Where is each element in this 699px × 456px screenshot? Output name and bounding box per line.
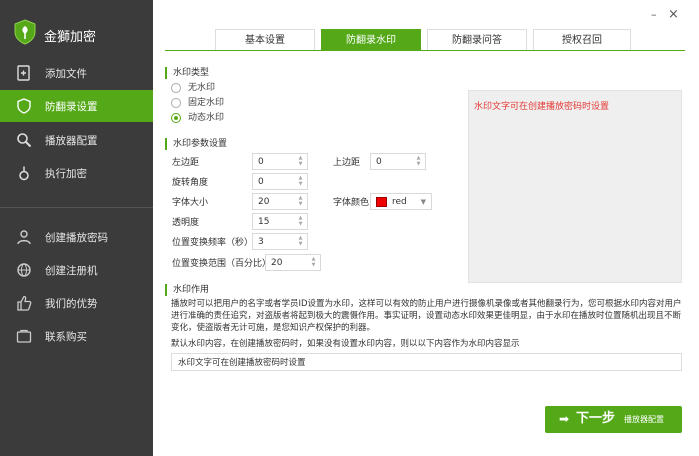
lock-icon — [19, 166, 29, 181]
sidebar-divider — [0, 207, 153, 208]
section-watermark-type: 水印类型 — [165, 67, 209, 79]
opacity-stepper[interactable]: 15 ▲ ▼ — [252, 213, 308, 230]
font-color-select[interactable]: red ▼ — [370, 193, 432, 210]
left-margin-label: 左边距 — [172, 158, 200, 168]
next-step-sublabel: 播放器配置 — [624, 415, 664, 424]
sidebar-item-create-password[interactable]: 创建播放密码 — [0, 221, 153, 253]
app-title: 金獅加密 — [44, 30, 97, 45]
default-watermark-input[interactable] — [171, 353, 682, 371]
next-step-label: 下一步 — [576, 411, 616, 426]
tab-anti-record-qa[interactable]: 防翻录问答 — [427, 29, 527, 51]
font-color-label: 字体颜色 — [333, 198, 370, 208]
thumbs-up-icon — [17, 295, 32, 311]
brand: 金獅加密 — [0, 0, 153, 62]
sidebar-item-add-file[interactable]: 添加文件 — [0, 57, 153, 89]
stepper-value: 20 — [258, 197, 270, 207]
stepper-arrows-icon[interactable]: ▲ ▼ — [297, 235, 304, 248]
color-swatch — [376, 197, 387, 207]
default-watermark-field[interactable] — [172, 354, 681, 370]
stepper-value: 0 — [258, 177, 264, 187]
position-range-label: 位置变换范围（百分比） — [172, 259, 272, 269]
shield-icon — [17, 98, 31, 114]
sidebar-item-contact[interactable]: 联系购买 — [0, 320, 153, 352]
tab-anti-record-watermark[interactable]: 防翻录水印 — [321, 29, 421, 51]
preview-text: 水印文字可在创建播放密码时设置 — [474, 102, 610, 112]
close-button[interactable]: × — [668, 7, 680, 22]
top-margin-stepper[interactable]: 0 ▲ ▼ — [370, 153, 426, 170]
sidebar-item-advantages[interactable]: 我们的优势 — [0, 287, 153, 319]
sidebar-item-label: 防翻录设置 — [45, 101, 98, 113]
contact-icon — [16, 329, 32, 343]
sidebar-item-create-keygen[interactable]: 创建注册机 — [0, 254, 153, 286]
sidebar-item-label: 播放器配置 — [45, 135, 98, 147]
stepper-arrows-icon[interactable]: ▲ ▼ — [297, 175, 304, 188]
rotation-label: 旋转角度 — [172, 178, 209, 188]
radio-label: 无水印 — [188, 83, 216, 93]
search-icon — [17, 133, 32, 148]
sidebar-item-label: 执行加密 — [45, 168, 87, 180]
position-range-stepper[interactable]: 20 ▲ ▼ — [265, 254, 321, 271]
sidebar-item-label: 创建播放密码 — [45, 232, 108, 244]
position-frequency-label: 位置变换频率（秒） — [172, 238, 254, 248]
stepper-value: 15 — [258, 217, 270, 227]
sidebar-item-encrypt[interactable]: 执行加密 — [0, 157, 153, 189]
font-color-value: red — [392, 197, 407, 207]
section-watermark-purpose: 水印作用 — [165, 284, 209, 296]
radio-label: 动态水印 — [188, 113, 225, 123]
sidebar-item-player-config[interactable]: 播放器配置 — [0, 124, 153, 156]
chevron-down-icon[interactable]: ▼ — [421, 196, 426, 208]
radio-dot — [171, 83, 181, 93]
font-size-label: 字体大小 — [172, 198, 209, 208]
default-content-note: 默认水印内容，在创建播放密码时，如果没有设置水印内容，则以以下内容作为水印内容显… — [171, 339, 520, 349]
tab-underline — [165, 50, 685, 51]
stepper-arrows-icon[interactable]: ▲ ▼ — [297, 195, 304, 208]
next-step-button[interactable]: ➡ 下一步 播放器配置 — [545, 406, 682, 433]
sidebar-item-label: 我们的优势 — [45, 298, 98, 310]
sidebar-item-anti-record[interactable]: 防翻录设置 — [0, 90, 153, 122]
globe-icon — [17, 263, 31, 277]
stepper-value: 3 — [258, 237, 264, 247]
sidebar: 金獅加密 添加文件 防翻录设置 播放器配置 执行加密 创建播放密码 创建注册机 … — [0, 0, 153, 456]
minimize-button[interactable]: – — [651, 8, 661, 22]
add-file-icon — [17, 65, 30, 81]
stepper-arrows-icon[interactable]: ▲ ▼ — [310, 256, 317, 269]
position-frequency-stepper[interactable]: 3 ▲ ▼ — [252, 233, 308, 250]
stepper-value: 0 — [376, 157, 382, 167]
tab-license-recall[interactable]: 授权召回 — [533, 29, 631, 51]
font-size-stepper[interactable]: 20 ▲ ▼ — [252, 193, 308, 210]
rotation-stepper[interactable]: 0 ▲ ▼ — [252, 173, 308, 190]
sidebar-item-label: 联系购买 — [45, 331, 87, 343]
sidebar-item-label: 添加文件 — [45, 68, 87, 80]
stepper-arrows-icon[interactable]: ▲ ▼ — [415, 155, 422, 168]
purpose-description: 播放时可以把用户的名字或者学员ID设置为水印，这样可以有效的防止用户进行摄像机录… — [171, 299, 682, 333]
sidebar-item-label: 创建注册机 — [45, 265, 98, 277]
stepper-arrows-icon[interactable]: ▲ ▼ — [297, 215, 304, 228]
arrow-right-icon: ➡ — [559, 412, 570, 426]
left-margin-stepper[interactable]: 0 ▲ ▼ — [252, 153, 308, 170]
shield-logo-icon — [14, 19, 36, 45]
section-watermark-params: 水印参数设置 — [165, 138, 227, 150]
watermark-preview: 水印文字可在创建播放密码时设置 — [468, 90, 682, 283]
opacity-label: 透明度 — [172, 218, 200, 228]
radio-dot-selected — [171, 113, 181, 123]
stepper-value: 0 — [258, 157, 264, 167]
top-margin-label: 上边距 — [333, 158, 361, 168]
stepper-arrows-icon[interactable]: ▲ ▼ — [297, 155, 304, 168]
radio-label: 固定水印 — [188, 98, 225, 108]
stepper-value: 20 — [271, 258, 283, 268]
radio-dot — [171, 98, 181, 108]
user-icon — [17, 230, 31, 245]
tab-basic-settings[interactable]: 基本设置 — [215, 29, 315, 51]
